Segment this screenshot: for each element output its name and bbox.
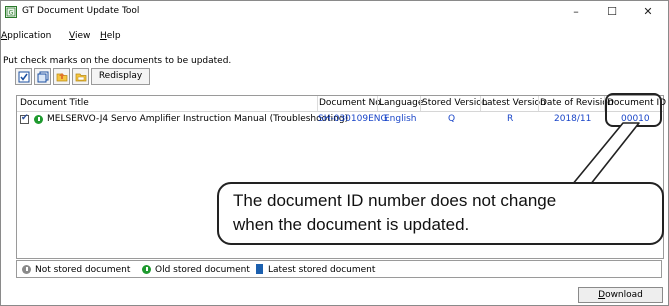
cell-document-no: SH-030109ENG	[318, 114, 388, 124]
open-folder-icon	[56, 73, 68, 82]
callout-line-1: The document ID number does not change	[233, 191, 557, 210]
document-id-highlight	[605, 93, 662, 127]
table-row[interactable]: ✔ MELSERVO-J4 Servo Amplifier Instructio…	[17, 113, 663, 127]
menu-help[interactable]: Help	[100, 31, 121, 41]
legend-latest-stored: Latest stored document	[268, 265, 376, 275]
column-header-document-no[interactable]: Document No.	[319, 98, 383, 108]
maximize-button[interactable]: ☐	[594, 1, 630, 23]
list-header: Document Title Document No. Language Sto…	[17, 96, 666, 112]
row-checkbox[interactable]: ✔	[20, 113, 29, 124]
folder-icon	[75, 73, 87, 82]
old-stored-status-icon	[34, 115, 43, 124]
callout-line-2: when the document is updated.	[233, 215, 470, 234]
callout-text: The document ID number does not change w…	[233, 189, 556, 237]
column-header-date-of-revision[interactable]: Date of Revision	[540, 98, 614, 108]
download-button[interactable]: Download	[578, 287, 663, 303]
column-divider[interactable]	[420, 96, 421, 111]
open-folder-button[interactable]	[53, 68, 70, 85]
column-header-latest-version[interactable]: Latest Version	[482, 98, 546, 108]
column-divider[interactable]	[317, 96, 318, 111]
close-button[interactable]: ✕	[630, 1, 666, 23]
latest-stored-book-icon	[256, 264, 263, 274]
app-window: G GT Document Update Tool – ☐ ✕ Applicat…	[0, 0, 669, 306]
column-divider[interactable]	[480, 96, 481, 111]
callout-box: The document ID number does not change w…	[217, 182, 664, 245]
uncheck-all-icon	[37, 71, 49, 83]
legend-not-stored: Not stored document	[35, 265, 131, 275]
title-bar: G GT Document Update Tool – ☐ ✕	[1, 1, 668, 23]
not-stored-icon	[22, 265, 31, 274]
instruction-text: Put check marks on the documents to be u…	[3, 56, 232, 66]
legend-bar: Not stored document Old stored document …	[16, 260, 662, 278]
menu-application[interactable]: Application	[1, 31, 51, 41]
svg-text:G: G	[9, 10, 14, 17]
cell-latest-version: R	[507, 114, 514, 124]
cell-title: MELSERVO-J4 Servo Amplifier Instruction …	[47, 114, 349, 124]
menu-view[interactable]: View	[69, 31, 90, 41]
legend-old-stored: Old stored document	[155, 265, 250, 275]
window-title: GT Document Update Tool	[22, 6, 140, 16]
redisplay-button[interactable]: Redisplay	[91, 68, 150, 85]
column-header-stored-version[interactable]: Stored Version	[422, 98, 487, 108]
check-all-icon	[18, 71, 30, 83]
column-divider[interactable]	[377, 96, 378, 111]
app-icon: G	[5, 6, 17, 18]
cell-date-of-revision: 2018/11	[554, 114, 592, 124]
column-header-title[interactable]: Document Title	[20, 98, 89, 108]
folder-button[interactable]	[72, 68, 89, 85]
check-all-button[interactable]	[15, 68, 32, 85]
column-header-language[interactable]: Language	[379, 98, 423, 108]
cell-stored-version: Q	[448, 114, 456, 124]
old-stored-icon	[142, 265, 151, 274]
minimize-button[interactable]: –	[558, 1, 594, 23]
uncheck-all-button[interactable]	[34, 68, 51, 85]
column-divider[interactable]	[538, 96, 539, 111]
cell-language: English	[384, 114, 417, 124]
